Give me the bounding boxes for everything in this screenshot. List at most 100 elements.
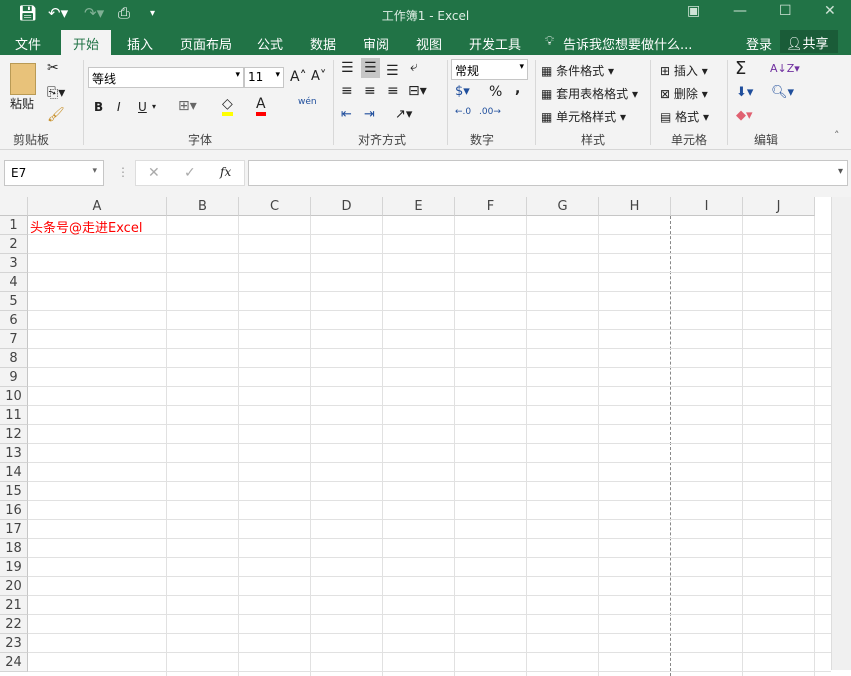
find-select-icon[interactable]: 🔍︎▾ (771, 85, 794, 100)
row-header-12[interactable]: 12 (0, 425, 28, 444)
decrease-decimal-icon[interactable]: .00→ (479, 107, 501, 117)
row-header-1[interactable]: 1 (0, 216, 28, 235)
row-header-21[interactable]: 21 (0, 596, 28, 615)
align-bottom-icon[interactable]: ☰ (386, 63, 399, 79)
row-header-11[interactable]: 11 (0, 406, 28, 425)
comma-button[interactable]: , (515, 81, 520, 97)
conditional-formatting-button[interactable]: ▦ 条件格式 ▾ (541, 62, 614, 79)
font-size-select[interactable]: 11 ▾ (244, 67, 284, 88)
vertical-scrollbar[interactable] (831, 197, 851, 670)
merge-center-icon[interactable]: ⊟▾ (408, 83, 427, 99)
maximize-icon[interactable]: ☐ (779, 3, 792, 19)
tab-home[interactable]: 开始 (61, 30, 112, 55)
row-header-24[interactable]: 24 (0, 653, 28, 672)
row-header-13[interactable]: 13 (0, 444, 28, 463)
tab-file[interactable]: 文件 (15, 34, 41, 53)
tab-developer[interactable]: 开发工具 (469, 34, 521, 53)
row-header-22[interactable]: 22 (0, 615, 28, 634)
row-header-9[interactable]: 9 (0, 368, 28, 387)
fill-icon[interactable]: ⬇▾ (736, 85, 753, 100)
font-color-button[interactable]: A (256, 96, 266, 116)
column-header-F[interactable]: F (455, 197, 527, 216)
row-header-7[interactable]: 7 (0, 330, 28, 349)
row-header-19[interactable]: 19 (0, 558, 28, 577)
column-header-C[interactable]: C (239, 197, 311, 216)
ribbon-display-icon[interactable]: ▣ (687, 3, 700, 19)
underline-dropdown-icon[interactable]: ▾ (152, 102, 156, 111)
align-center-icon[interactable]: ≡ (364, 83, 376, 99)
cell-A1[interactable]: 头条号@走进Excel (30, 217, 142, 236)
wrap-text-icon[interactable]: ⤶ (410, 59, 418, 75)
row-header-4[interactable]: 4 (0, 273, 28, 292)
insert-function-button[interactable]: fx (220, 165, 231, 179)
percent-button[interactable]: % (489, 84, 502, 100)
increase-decimal-icon[interactable]: ←.0 (455, 107, 471, 117)
format-cells-button[interactable]: ▤ 格式 ▾ (660, 108, 709, 125)
enter-icon[interactable]: ✓ (184, 165, 196, 181)
collapse-ribbon-icon[interactable]: ˄ (834, 129, 840, 142)
tab-view[interactable]: 视图 (416, 34, 442, 53)
row-header-14[interactable]: 14 (0, 463, 28, 482)
row-header-17[interactable]: 17 (0, 520, 28, 539)
borders-icon[interactable]: ⊞▾ (178, 98, 197, 114)
tab-data[interactable]: 数据 (310, 34, 336, 53)
align-top-icon[interactable]: ☰ (341, 60, 354, 76)
align-right-icon[interactable]: ≡ (387, 83, 399, 99)
paste-icon[interactable] (10, 63, 36, 95)
name-box[interactable]: E7 ▾ (4, 160, 104, 186)
sign-in-link[interactable]: 登录 (746, 34, 772, 53)
row-header-23[interactable]: 23 (0, 634, 28, 653)
fill-color-icon[interactable]: ◇ (222, 96, 233, 116)
tab-formulas[interactable]: 公式 (257, 34, 283, 53)
font-name-select[interactable]: 等线 ▾ (88, 67, 244, 88)
row-header-10[interactable]: 10 (0, 387, 28, 406)
format-painter-icon[interactable]: 🖌︎ (47, 107, 65, 123)
decrease-indent-icon[interactable]: ⇤ (341, 107, 352, 122)
orientation-icon[interactable]: ↗▾ (395, 107, 412, 122)
cancel-icon[interactable]: ✕ (148, 165, 160, 181)
minimize-icon[interactable]: — (733, 3, 747, 19)
number-format-select[interactable]: 常规 ▾ (451, 59, 528, 80)
column-header-H[interactable]: H (599, 197, 671, 216)
cut-icon[interactable]: ✂ (47, 60, 59, 76)
tab-page-layout[interactable]: 页面布局 (180, 34, 232, 53)
column-header-B[interactable]: B (167, 197, 239, 216)
formula-input[interactable]: ▾ (248, 160, 848, 186)
cell-styles-button[interactable]: ▦ 单元格样式 ▾ (541, 108, 626, 125)
underline-button[interactable]: U (138, 100, 147, 114)
tab-insert[interactable]: 插入 (127, 34, 153, 53)
row-header-6[interactable]: 6 (0, 311, 28, 330)
row-header-16[interactable]: 16 (0, 501, 28, 520)
align-middle-icon[interactable]: ☰ (361, 58, 380, 78)
clear-icon[interactable]: ◆▾ (736, 108, 753, 123)
tab-review[interactable]: 审阅 (363, 34, 389, 53)
column-header-D[interactable]: D (311, 197, 383, 216)
copy-icon[interactable]: ⎘▾ (47, 85, 65, 101)
accounting-format-icon[interactable]: $▾ (455, 84, 470, 99)
select-all-corner[interactable] (0, 197, 28, 216)
grow-font-icon[interactable]: A˄ (290, 69, 307, 85)
insert-cells-button[interactable]: ⊞ 插入 ▾ (660, 62, 708, 79)
row-header-5[interactable]: 5 (0, 292, 28, 311)
paste-button[interactable]: 粘贴 (10, 95, 34, 112)
format-as-table-button[interactable]: ▦ 套用表格格式 ▾ (541, 85, 638, 102)
share-button[interactable]: 👤︎共享 (780, 30, 838, 53)
autosum-button[interactable]: Σ (735, 58, 746, 79)
row-header-8[interactable]: 8 (0, 349, 28, 368)
bold-button[interactable]: B (94, 100, 103, 114)
delete-cells-button[interactable]: ⊠ 删除 ▾ (660, 85, 708, 102)
row-header-2[interactable]: 2 (0, 235, 28, 254)
column-header-J[interactable]: J (743, 197, 815, 216)
italic-button[interactable]: I (117, 100, 121, 114)
column-header-I[interactable]: I (671, 197, 743, 216)
column-header-A[interactable]: A (28, 197, 167, 216)
tell-me-search[interactable]: 告诉我您想要做什么... (563, 34, 692, 53)
phonetic-icon[interactable]: wén (298, 97, 317, 107)
column-header-G[interactable]: G (527, 197, 599, 216)
align-left-icon[interactable]: ≡ (341, 83, 353, 99)
shrink-font-icon[interactable]: A˅ (311, 69, 326, 84)
column-header-E[interactable]: E (383, 197, 455, 216)
row-header-20[interactable]: 20 (0, 577, 28, 596)
sort-filter-icon[interactable]: A↓Z▾ (770, 62, 800, 75)
row-header-18[interactable]: 18 (0, 539, 28, 558)
